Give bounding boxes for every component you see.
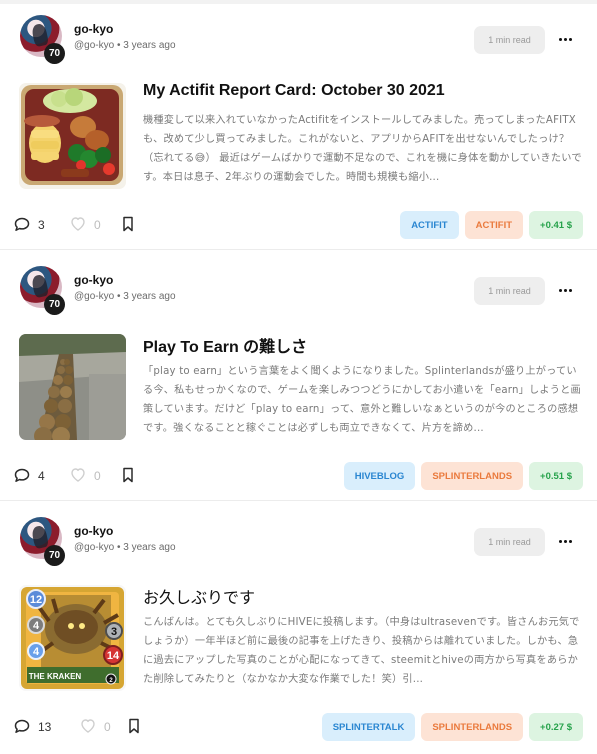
more-options-icon[interactable]: [556, 29, 574, 49]
read-time-badge: 1 min read: [474, 277, 545, 305]
bookmark-icon[interactable]: [128, 718, 140, 734]
post-age: 3 years ago: [123, 542, 176, 553]
meta-separator: •: [116, 40, 121, 51]
post-title[interactable]: お久しぶりです: [143, 584, 573, 608]
more-options-icon[interactable]: [556, 531, 574, 551]
card-name: THE KRAKEN: [29, 672, 82, 681]
tag-list: SPLINTERTALK SPLINTERLANDS +0.27 $: [321, 713, 583, 741]
card-speed: 4: [33, 620, 40, 632]
post-age: 3 years ago: [123, 40, 176, 51]
more-options-icon[interactable]: [556, 280, 574, 300]
post-thumbnail-bento[interactable]: [19, 83, 126, 189]
post-card[interactable]: 70 go-kyo @go-kyo • 3 years ago 1 min re…: [0, 0, 597, 250]
post-footer: 3 0 ACTIFIT ACTIFIT +0.41 $: [14, 211, 583, 239]
heart-icon[interactable]: [70, 467, 86, 483]
comment-icon[interactable]: [14, 719, 30, 734]
card-armor: 4: [33, 646, 40, 658]
post-footer: 4 0 HIVEBLOG SPLINTERLANDS +0.51 $: [14, 462, 583, 490]
vote-count: 0: [94, 218, 101, 232]
read-time-badge: 1 min read: [474, 528, 545, 556]
meta-separator: •: [116, 542, 121, 553]
bookmark-icon[interactable]: [122, 216, 134, 232]
tag-chip[interactable]: ACTIFIT: [400, 211, 459, 239]
reputation-badge: 70: [44, 294, 65, 315]
post-title[interactable]: My Actifit Report Card: October 30 2021: [143, 82, 573, 100]
tag-chip[interactable]: SPLINTERLANDS: [421, 462, 524, 490]
post-title-text: Play To Earn の難しさ: [143, 339, 308, 356]
tag-chip[interactable]: HIVEBLOG: [343, 462, 416, 490]
author-name[interactable]: go-kyo: [74, 273, 113, 287]
heart-icon[interactable]: [80, 718, 96, 734]
post-meta: @go-kyo • 3 years ago: [74, 542, 176, 553]
card-health: 14: [107, 650, 120, 662]
read-time-badge: 1 min read: [474, 26, 545, 54]
comment-count: 4: [38, 469, 45, 483]
post-excerpt[interactable]: こんばんは。とても久しぶりにHIVEに投稿します。（中身はultrasevenで…: [143, 613, 582, 689]
comment-count: 13: [38, 720, 52, 734]
tag-list: ACTIFIT ACTIFIT +0.41 $: [400, 211, 583, 239]
tag-chip[interactable]: SPLINTERTALK: [321, 713, 416, 741]
heart-icon[interactable]: [70, 216, 86, 232]
author-name[interactable]: go-kyo: [74, 524, 113, 538]
tag-chip[interactable]: SPLINTERLANDS: [421, 713, 524, 741]
author-handle[interactable]: @go-kyo: [74, 291, 114, 302]
payout-chip[interactable]: +0.27 $: [529, 713, 583, 741]
vote-count: 0: [104, 720, 111, 734]
author-handle[interactable]: @go-kyo: [74, 542, 114, 553]
post-card[interactable]: 70 go-kyo @go-kyo • 3 years ago 1 min re…: [0, 251, 597, 501]
author-name[interactable]: go-kyo: [74, 22, 113, 36]
tag-list: HIVEBLOG SPLINTERLANDS +0.51 $: [343, 462, 583, 490]
tag-chip[interactable]: ACTIFIT: [464, 211, 524, 239]
card-mana: 12: [30, 594, 42, 606]
post-excerpt[interactable]: 機種変して以来入れていなかったActifitをインストールしてみました。売ってし…: [143, 111, 582, 187]
comment-icon[interactable]: [14, 217, 30, 232]
post-age: 3 years ago: [123, 291, 176, 302]
post-meta: @go-kyo • 3 years ago: [74, 40, 176, 51]
author-handle[interactable]: @go-kyo: [74, 40, 114, 51]
post-excerpt[interactable]: 「play to earn」という言葉をよく聞くようになりました。Splinte…: [143, 362, 582, 438]
payout-chip[interactable]: +0.51 $: [529, 462, 583, 490]
post-card[interactable]: 70 go-kyo @go-kyo • 3 years ago 1 min re…: [0, 502, 597, 752]
post-footer: 13 0 SPLINTERTALK SPLINTERLANDS +0.27 $: [14, 713, 583, 741]
post-thumbnail-kraken-card[interactable]: 12 4 4 3 14 2 THE KRAKEN: [19, 585, 126, 691]
post-thumbnail-kiwi[interactable]: [19, 334, 126, 440]
reputation-badge: 70: [44, 545, 65, 566]
card-attack: 3: [111, 626, 117, 638]
comment-count: 3: [38, 218, 45, 232]
payout-chip[interactable]: +0.41 $: [529, 211, 583, 239]
bookmark-icon[interactable]: [122, 467, 134, 483]
meta-separator: •: [116, 291, 121, 302]
post-title[interactable]: Play To Earn の難しさ: [143, 333, 573, 357]
vote-count: 0: [94, 469, 101, 483]
post-meta: @go-kyo • 3 years ago: [74, 291, 176, 302]
comment-icon[interactable]: [14, 468, 30, 483]
reputation-badge: 70: [44, 43, 65, 64]
